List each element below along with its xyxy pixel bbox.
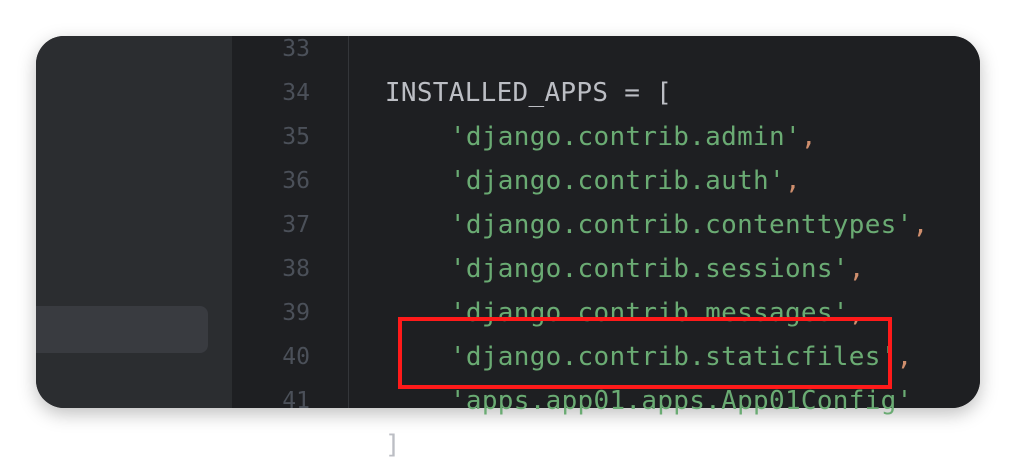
code-line-38[interactable]: 'django.contrib.messages', [418, 247, 865, 328]
code-line-35[interactable]: 'django.contrib.auth', [418, 115, 801, 196]
code-text: ] [384, 430, 401, 460]
sidebar-selected-item[interactable] [36, 306, 208, 353]
line-number-34: 34 [282, 80, 310, 106]
line-number-35: 35 [282, 124, 310, 150]
code-line-34[interactable]: 'django.contrib.admin', [418, 71, 817, 152]
project-sidebar [36, 36, 232, 408]
line-number-33: 33 [282, 36, 310, 62]
line-number-40: 40 [282, 344, 310, 370]
code-string: 'apps.app01.apps.App01Config' [449, 386, 913, 416]
code-line-37[interactable]: 'django.contrib.sessions', [418, 203, 865, 284]
line-number-37: 37 [282, 212, 310, 238]
line-number-38: 38 [282, 256, 310, 282]
code-line-36[interactable]: 'django.contrib.contenttypes', [418, 159, 929, 240]
code-line-33[interactable]: INSTALLED_APPS = [ [353, 27, 672, 108]
highlight-annotation-box [398, 317, 892, 389]
line-number-36: 36 [282, 168, 310, 194]
line-number-41: 41 [282, 388, 310, 414]
code-line-41[interactable]: ] [353, 379, 401, 460]
code-comma: , [912, 210, 929, 240]
line-number-39: 39 [282, 300, 310, 326]
code-comma: , [800, 122, 817, 152]
